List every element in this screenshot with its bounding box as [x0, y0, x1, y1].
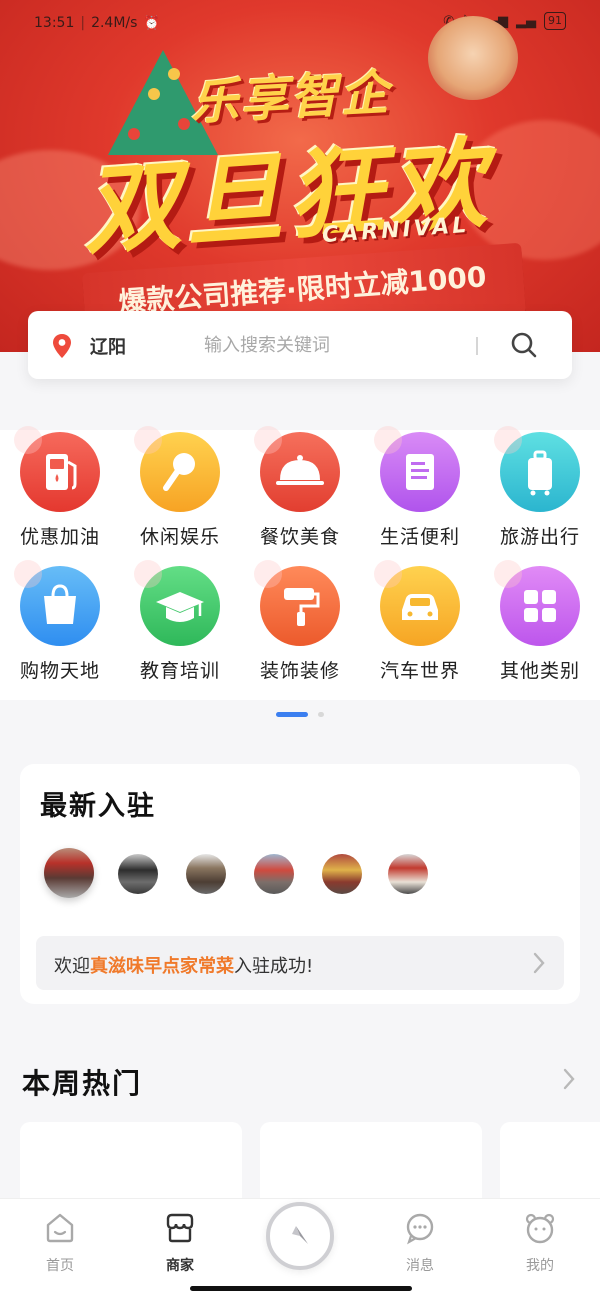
category-item-education[interactable]: 教育培训	[120, 560, 240, 694]
hero-banner[interactable]: 13:51 | 2.4M/s ⏰ ✆ ᛒ ▂▄▆ ▂▄ 91 乐享智企 双旦狂欢…	[0, 0, 600, 352]
graduation-cap-icon	[134, 560, 220, 646]
merchant-avatar[interactable]	[388, 854, 428, 894]
tab-label: 商家	[166, 1258, 194, 1274]
fuel-pump-icon	[14, 426, 100, 512]
category-label: 旅游出行	[499, 526, 580, 548]
category-label: 购物天地	[19, 660, 100, 682]
shopping-bag-icon	[14, 560, 100, 646]
category-label: 装饰装修	[259, 660, 340, 682]
suitcase-icon	[494, 426, 580, 512]
city-selector[interactable]: 辽阳	[90, 333, 126, 359]
message-icon	[406, 1213, 434, 1245]
merchant-avatar[interactable]	[44, 848, 94, 898]
category-label: 汽车世界	[379, 660, 460, 682]
category-item-entertainment[interactable]: 休闲娱乐	[120, 426, 240, 560]
page-indicator[interactable]	[276, 712, 324, 717]
alarm-icon: ⏰	[143, 15, 160, 31]
tab-home[interactable]: 首页	[20, 1211, 100, 1275]
category-item-automotive[interactable]: 汽车世界	[360, 560, 480, 694]
merchant-avatar[interactable]	[254, 854, 294, 894]
grid-icon	[494, 560, 580, 646]
notice-text: 欢迎真滋味早点家常菜入驻成功!	[54, 952, 313, 978]
chevron-right-icon[interactable]	[562, 1068, 576, 1090]
chevron-right-icon	[533, 952, 545, 974]
food-cloche-icon	[254, 426, 340, 512]
new-arrivals-card: 最新入驻 欢迎真滋味早点家常菜入驻成功!	[20, 764, 580, 1004]
notice-suffix: 入驻成功!	[234, 956, 314, 977]
tab-label: 消息	[406, 1258, 434, 1274]
section-title: 最新入驻	[40, 791, 156, 822]
paint-roller-icon	[254, 560, 340, 646]
tab-label: 我的	[526, 1258, 554, 1274]
notice-prefix: 欢迎	[54, 956, 90, 977]
category-label: 餐饮美食	[259, 526, 340, 548]
category-item-decoration[interactable]: 装饰装修	[240, 560, 360, 694]
home-indicator[interactable]	[190, 1286, 412, 1291]
center-action-button[interactable]	[266, 1202, 334, 1270]
category-item-travel[interactable]: 旅游出行	[480, 426, 600, 560]
merchant-avatar[interactable]	[322, 854, 362, 894]
category-item-shopping[interactable]: 购物天地	[0, 560, 120, 694]
search-divider	[476, 337, 478, 355]
page-indicator-dot	[318, 712, 324, 717]
category-label: 休闲娱乐	[139, 526, 220, 548]
merchant-avatar[interactable]	[186, 854, 226, 894]
mascot-icon	[428, 16, 518, 100]
category-grid: 优惠加油 休闲娱乐 餐饮美食 生活便利 旅游出行 购物天地 教育培训 装饰装修 …	[0, 426, 600, 717]
tab-label: 首页	[46, 1258, 74, 1274]
category-item-life-service[interactable]: 生活便利	[360, 426, 480, 560]
notice-merchant-name[interactable]: 真滋味早点家常菜	[90, 956, 234, 977]
search-icon[interactable]	[510, 331, 538, 359]
page-indicator-active	[276, 712, 308, 717]
category-label: 优惠加油	[19, 526, 100, 548]
new-merchant-notice[interactable]: 欢迎真滋味早点家常菜入驻成功!	[36, 936, 564, 990]
signal-2-icon: ▂▄	[516, 13, 536, 29]
tab-messages[interactable]: 消息	[380, 1211, 460, 1275]
car-icon	[374, 560, 460, 646]
category-label: 生活便利	[379, 526, 460, 548]
category-item-other[interactable]: 其他类别	[480, 560, 600, 694]
status-separator: |	[80, 15, 86, 31]
location-pin-icon[interactable]	[52, 333, 72, 359]
search-input[interactable]	[204, 329, 464, 361]
profile-icon	[525, 1213, 555, 1244]
section-title-weekly-hot: 本周热门	[22, 1067, 143, 1100]
document-icon	[374, 426, 460, 512]
compass-icon	[292, 1226, 308, 1244]
store-icon	[166, 1213, 194, 1243]
category-item-food[interactable]: 餐饮美食	[240, 426, 360, 560]
tab-merchants[interactable]: 商家	[140, 1211, 220, 1275]
microphone-icon	[134, 426, 220, 512]
tab-profile[interactable]: 我的	[500, 1211, 580, 1275]
search-bar: 辽阳	[28, 311, 572, 379]
battery-icon: 91	[544, 12, 566, 30]
home-icon	[46, 1213, 74, 1243]
category-label: 其他类别	[499, 660, 580, 682]
network-speed: 2.4M/s	[91, 15, 138, 31]
merchant-avatar[interactable]	[118, 854, 158, 894]
status-time: 13:51	[34, 15, 75, 31]
category-item-fuel[interactable]: 优惠加油	[0, 426, 120, 560]
category-label: 教育培训	[139, 660, 220, 682]
